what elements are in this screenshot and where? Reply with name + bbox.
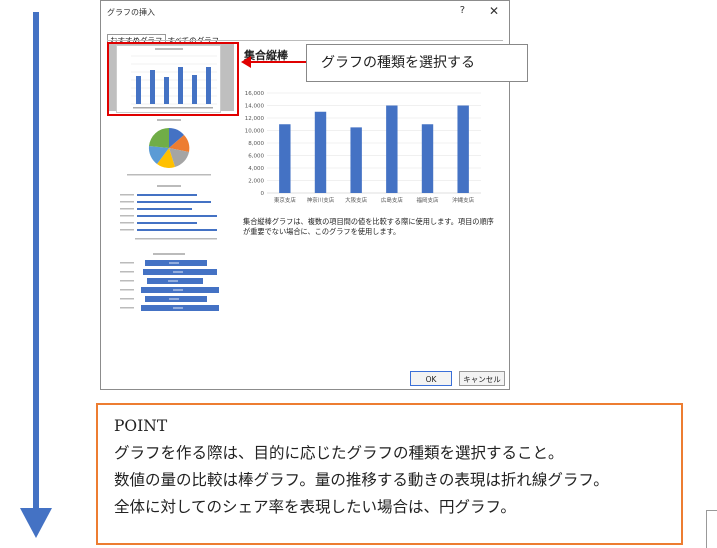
dialog-titlebar: グラフの挿入 ? ✕ (101, 1, 509, 25)
thumbnail-bar-with-labels[interactable] (117, 250, 220, 316)
y-tick-label: 12,000 (245, 116, 265, 122)
callout-arrow-head (241, 56, 251, 68)
callout-box: グラフの種類を選択する (306, 44, 528, 82)
y-tick-label: 10,000 (245, 129, 265, 135)
point-box: POINT グラフを作る際は、目的に応じたグラフの種類を選択すること。 数値の量… (96, 403, 683, 545)
x-tick-label: 東京支店 (274, 196, 297, 204)
chart-description: 集合縦棒グラフは、複数の項目間の値を比較する際に使用します。項目の順序が重要でな… (243, 217, 494, 236)
point-line-2: 数値の量の比較は棒グラフ。量の推移する動きの表現は折れ線グラフ。 (114, 471, 609, 489)
y-tick-label: 8,000 (248, 141, 264, 147)
bar-4 (421, 124, 434, 193)
callout-text: グラフの種類を選択する (321, 55, 475, 71)
bar-1 (314, 111, 327, 193)
bar-5 (457, 105, 469, 193)
point-line-3: 全体に対してのシェア率を表現したい場合は、円グラフ。 (114, 498, 516, 516)
chart-preview: 0 2,000 4,000 6,000 8,000 10,000 12,000 14,000 1… (241, 83, 485, 211)
bar-2 (350, 127, 362, 193)
tab-divider (107, 40, 503, 41)
dialog-tabs: おすすめグラフすべてのグラフ (107, 28, 222, 46)
page-corner-mark (706, 510, 717, 548)
y-tick-label: 16,000 (245, 91, 265, 97)
thumbnail-pie[interactable] (117, 118, 220, 180)
y-tick-label: 4,000 (248, 166, 264, 172)
timeline-arrow-head (20, 508, 52, 538)
timeline-arrow-shaft (33, 12, 39, 512)
bar-0 (279, 124, 291, 193)
x-tick-label: 神奈川支店 (307, 196, 335, 204)
x-tick-label: 沖縄支店 (452, 196, 475, 204)
thumbnail-clustered-bar[interactable] (117, 184, 220, 246)
ok-button[interactable]: OK (410, 371, 452, 386)
y-tick-label: 2,000 (248, 179, 264, 185)
x-tick-label: 福岡支店 (416, 196, 439, 204)
point-heading: POINT (114, 417, 168, 435)
thumbnail-pie-chart-graphic (127, 119, 211, 176)
x-tick-label: 広島支店 (381, 196, 404, 204)
selected-chart-highlight (107, 42, 239, 116)
y-tick-label: 0 (261, 191, 265, 197)
x-tick-label: 大阪支店 (345, 196, 368, 204)
y-tick-label: 6,000 (248, 154, 264, 160)
point-line-1: グラフを作る際は、目的に応じたグラフの種類を選択すること。 (114, 444, 564, 462)
dialog-title: グラフの挿入 (107, 8, 155, 17)
help-button[interactable]: ? (460, 5, 465, 16)
thumbnail-bar-chart-graphic (120, 185, 217, 240)
chart-preview-svg: 0 2,000 4,000 6,000 8,000 10,000 12,000 14,000 1… (245, 91, 481, 204)
cancel-button[interactable]: キャンセル (459, 371, 505, 386)
callout-arrow-shaft (250, 61, 306, 63)
y-tick-label: 14,000 (245, 104, 265, 110)
close-button[interactable]: ✕ (489, 4, 499, 18)
thumbnail-labeled-bar-graphic (120, 253, 219, 311)
bar-3 (386, 105, 398, 193)
